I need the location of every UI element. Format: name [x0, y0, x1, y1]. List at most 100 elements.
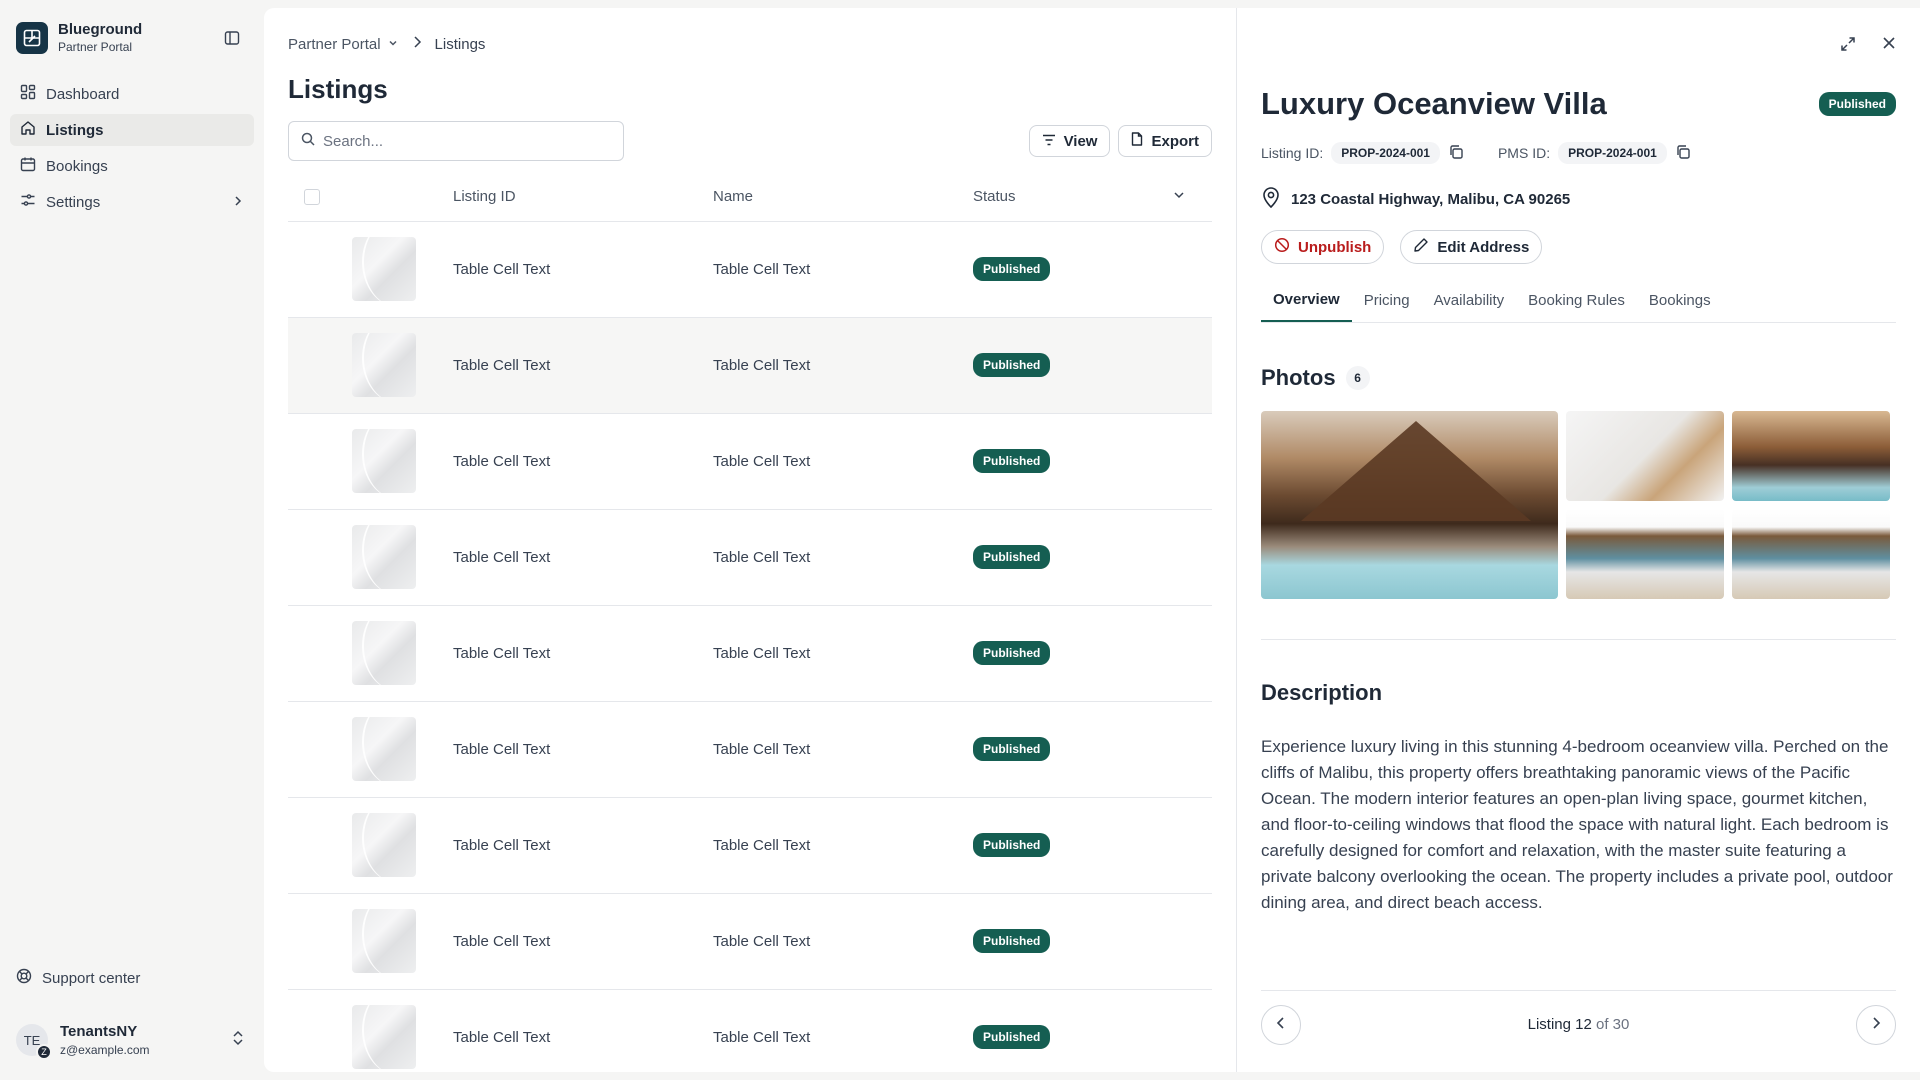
- sidebar-toggle-icon[interactable]: [222, 28, 242, 48]
- export-button[interactable]: Export: [1118, 125, 1212, 157]
- cell-name: Table Cell Text: [713, 740, 811, 758]
- cell-listing-id: Table Cell Text: [453, 1028, 551, 1046]
- search-box: [288, 121, 624, 161]
- photo-gallery: [1261, 411, 1896, 599]
- edit-address-button[interactable]: Edit Address: [1400, 230, 1543, 264]
- table-row[interactable]: Table Cell Text Table Cell Text Published: [288, 317, 1212, 413]
- photo-thumbnail[interactable]: [1732, 509, 1890, 599]
- brand: Blueground Partner Portal: [10, 18, 254, 58]
- table-row[interactable]: Table Cell Text Table Cell Text Published: [288, 893, 1212, 989]
- status-badge: Published: [973, 1025, 1051, 1049]
- status-badge: Published: [973, 929, 1051, 953]
- user-menu[interactable]: TE Z TenantsNY z@example.com: [10, 1012, 254, 1068]
- tab-bookings[interactable]: Bookings: [1637, 278, 1723, 322]
- photos-count-badge: 6: [1345, 366, 1370, 390]
- column-header-name[interactable]: Name: [713, 173, 973, 221]
- sidebar-item-settings[interactable]: Settings: [10, 186, 254, 218]
- status-badge: Published: [973, 257, 1051, 281]
- breadcrumb-parent[interactable]: Partner Portal: [288, 36, 399, 53]
- support-center-link[interactable]: Support center: [10, 962, 254, 994]
- listing-thumbnail: [352, 237, 416, 301]
- page-title: Listings: [288, 74, 388, 104]
- listing-thumbnail: [352, 525, 416, 589]
- breadcrumb: Partner Portal Listings: [288, 30, 1212, 58]
- file-icon: [1131, 132, 1143, 150]
- copy-icon[interactable]: [1675, 144, 1691, 163]
- listing-thumbnail: [352, 333, 416, 397]
- expand-icon[interactable]: [1840, 36, 1856, 57]
- breadcrumb-current: Listings: [434, 35, 486, 53]
- avatar: TE Z: [16, 1024, 52, 1060]
- detail-tabs: Overview Pricing Availability Booking Ru…: [1261, 278, 1896, 323]
- tab-overview[interactable]: Overview: [1261, 278, 1352, 322]
- photo-thumbnail[interactable]: [1732, 411, 1890, 501]
- listing-thumbnail: [352, 429, 416, 493]
- sidebar-item-label: Bookings: [46, 157, 108, 175]
- listing-title: Luxury Oceanview Villa: [1261, 86, 1607, 121]
- tab-pricing[interactable]: Pricing: [1352, 278, 1422, 322]
- listing-id-label: Listing ID:: [1261, 145, 1324, 161]
- listings-table: Listing ID Name Status Table Cell Text Ta…: [288, 173, 1212, 1080]
- column-header-listing-id[interactable]: Listing ID: [453, 173, 713, 221]
- pager-prefix: Listing: [1527, 1016, 1571, 1033]
- table-row[interactable]: Table Cell Text Table Cell Text Published: [288, 797, 1212, 893]
- chevron-down-icon[interactable]: [1172, 189, 1186, 206]
- cell-listing-id: Table Cell Text: [453, 932, 551, 950]
- pager-text: Listing 12 of 30: [1528, 1016, 1630, 1033]
- next-listing-button[interactable]: [1855, 1004, 1896, 1045]
- tab-availability[interactable]: Availability: [1422, 278, 1517, 322]
- table-row[interactable]: Table Cell Text Table Cell Text Published: [288, 413, 1212, 509]
- export-button-label: Export: [1151, 132, 1199, 150]
- sidebar-item-label: Settings: [46, 193, 101, 211]
- status-badge: Published: [973, 545, 1051, 569]
- address-text: 123 Coastal Highway, Malibu, CA 90265: [1291, 190, 1571, 208]
- cell-name: Table Cell Text: [713, 932, 811, 950]
- view-button-label: View: [1063, 132, 1098, 150]
- listing-thumbnail: [352, 1005, 416, 1069]
- sidebar-item-label: Dashboard: [46, 85, 120, 103]
- table-row[interactable]: Table Cell Text Table Cell Text Published: [288, 989, 1212, 1080]
- cell-name: Table Cell Text: [713, 836, 811, 854]
- photo-thumbnail[interactable]: [1566, 509, 1724, 599]
- cell-listing-id: Table Cell Text: [453, 644, 551, 662]
- listing-address: 123 Coastal Highway, Malibu, CA 90265: [1261, 186, 1896, 212]
- cell-listing-id: Table Cell Text: [453, 836, 551, 854]
- table-row[interactable]: Table Cell Text Table Cell Text Published: [288, 605, 1212, 701]
- photo-main[interactable]: [1261, 411, 1558, 599]
- close-icon[interactable]: [1882, 36, 1896, 57]
- table-row[interactable]: Table Cell Text Table Cell Text Published: [288, 221, 1212, 317]
- cell-name: Table Cell Text: [713, 548, 811, 566]
- description-title: Description: [1261, 680, 1383, 705]
- listing-thumbnail: [352, 717, 416, 781]
- map-pin-icon: [1261, 186, 1281, 212]
- listing-detail-panel: Luxury Oceanview Villa Published Listing…: [1236, 8, 1920, 1072]
- status-badge: Published: [1818, 92, 1896, 116]
- photo-thumbnail[interactable]: [1566, 411, 1724, 501]
- sidebar-nav: Dashboard Listings Bookings Settings: [10, 78, 254, 218]
- table-row[interactable]: Table Cell Text Table Cell Text Published: [288, 509, 1212, 605]
- sidebar-item-listings[interactable]: Listings: [10, 114, 254, 146]
- previous-listing-button[interactable]: [1261, 1004, 1301, 1045]
- cell-name: Table Cell Text: [713, 644, 811, 662]
- table-row[interactable]: Table Cell Text Table Cell Text Published: [288, 701, 1212, 797]
- user-email: z@example.com: [60, 1043, 150, 1058]
- column-header-status[interactable]: Status: [973, 173, 1172, 221]
- listing-ids: Listing ID: PROP-2024-001 PMS ID: PROP-2…: [1261, 142, 1896, 164]
- view-button[interactable]: View: [1028, 125, 1111, 157]
- select-all-checkbox[interactable]: [304, 188, 320, 205]
- search-input[interactable]: [323, 132, 611, 150]
- status-badge: Published: [973, 641, 1051, 665]
- chevron-right-icon: [411, 35, 423, 53]
- photos-heading: Photos 6: [1261, 365, 1896, 391]
- cell-name: Table Cell Text: [713, 1028, 811, 1046]
- sidebar-item-bookings[interactable]: Bookings: [10, 150, 254, 182]
- sidebar-item-dashboard[interactable]: Dashboard: [10, 78, 254, 110]
- calendar-icon: [20, 156, 36, 176]
- unpublish-button[interactable]: Unpublish: [1261, 230, 1385, 264]
- tab-booking-rules[interactable]: Booking Rules: [1516, 278, 1637, 322]
- copy-icon[interactable]: [1448, 144, 1464, 163]
- search-icon: [301, 132, 315, 151]
- cell-listing-id: Table Cell Text: [453, 740, 551, 758]
- listing-id-value: PROP-2024-001: [1331, 142, 1440, 164]
- chevrons-up-down-icon[interactable]: [232, 1030, 244, 1051]
